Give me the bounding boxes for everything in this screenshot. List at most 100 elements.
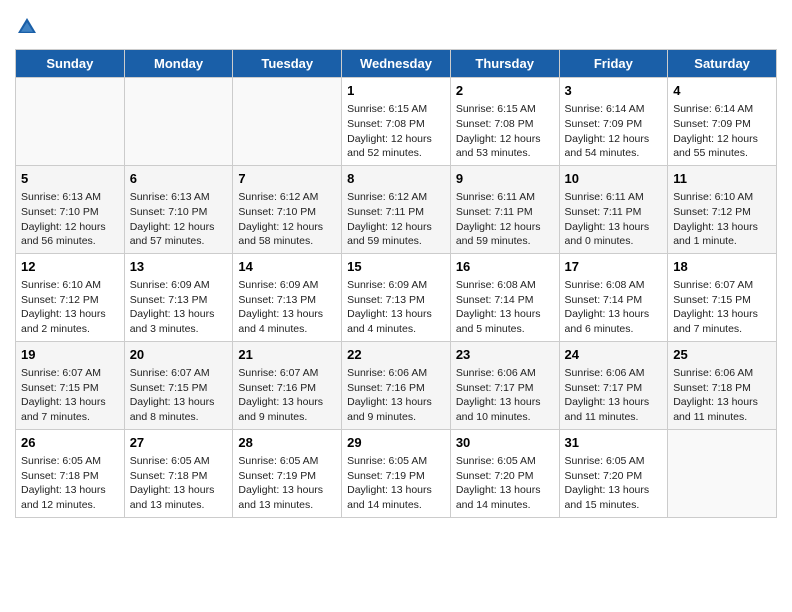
- day-info: Sunrise: 6:10 AM Sunset: 7:12 PM Dayligh…: [673, 190, 771, 249]
- day-number: 8: [347, 170, 445, 188]
- day-number: 3: [565, 82, 663, 100]
- day-info: Sunrise: 6:06 AM Sunset: 7:18 PM Dayligh…: [673, 366, 771, 425]
- day-number: 12: [21, 258, 119, 276]
- day-info: Sunrise: 6:05 AM Sunset: 7:20 PM Dayligh…: [456, 454, 554, 513]
- day-info: Sunrise: 6:05 AM Sunset: 7:19 PM Dayligh…: [347, 454, 445, 513]
- calendar-cell: 22 Sunrise: 6:06 AM Sunset: 7:16 PM Dayli…: [342, 341, 451, 429]
- day-number: 31: [565, 434, 663, 452]
- day-number: 20: [130, 346, 228, 364]
- day-number: 24: [565, 346, 663, 364]
- calendar-cell: 5Sunrise: 6:13 AM Sunset: 7:10 PM Daylig…: [16, 165, 125, 253]
- weekday-header-sunday: Sunday: [16, 50, 125, 78]
- day-number: 6: [130, 170, 228, 188]
- calendar-week-row: 12 Sunrise: 6:10 AM Sunset: 7:12 PM Dayli…: [16, 253, 777, 341]
- day-info: Sunrise: 6:11 AM Sunset: 7:11 PM Dayligh…: [565, 190, 663, 249]
- day-info: Sunrise: 6:14 AM Sunset: 7:09 PM Dayligh…: [673, 102, 771, 161]
- day-number: 22: [347, 346, 445, 364]
- day-number: 14: [238, 258, 336, 276]
- day-info: Sunrise: 6:09 AM Sunset: 7:13 PM Dayligh…: [238, 278, 336, 337]
- day-info: Sunrise: 6:07 AM Sunset: 7:16 PM Dayligh…: [238, 366, 336, 425]
- calendar-cell: 19 Sunrise: 6:07 AM Sunset: 7:15 PM Dayli…: [16, 341, 125, 429]
- day-number: 28: [238, 434, 336, 452]
- day-number: 4: [673, 82, 771, 100]
- calendar-cell: 27 Sunrise: 6:05 AM Sunset: 7:18 PM Dayli…: [124, 429, 233, 517]
- day-number: 30: [456, 434, 554, 452]
- day-info: Sunrise: 6:08 AM Sunset: 7:14 PM Dayligh…: [565, 278, 663, 337]
- day-info: Sunrise: 6:15 AM Sunset: 7:08 PM Dayligh…: [347, 102, 445, 161]
- day-info: Sunrise: 6:12 AM Sunset: 7:10 PM Dayligh…: [238, 190, 336, 249]
- weekday-header-friday: Friday: [559, 50, 668, 78]
- weekday-header-wednesday: Wednesday: [342, 50, 451, 78]
- calendar-cell: 11Sunrise: 6:10 AM Sunset: 7:12 PM Dayli…: [668, 165, 777, 253]
- day-info: Sunrise: 6:05 AM Sunset: 7:19 PM Dayligh…: [238, 454, 336, 513]
- day-number: 25: [673, 346, 771, 364]
- day-number: 1: [347, 82, 445, 100]
- calendar-cell: 17 Sunrise: 6:08 AM Sunset: 7:14 PM Dayli…: [559, 253, 668, 341]
- day-number: 17: [565, 258, 663, 276]
- day-info: Sunrise: 6:13 AM Sunset: 7:10 PM Dayligh…: [130, 190, 228, 249]
- calendar-cell: 4 Sunrise: 6:14 AM Sunset: 7:09 PM Daylig…: [668, 78, 777, 166]
- calendar-cell: 24 Sunrise: 6:06 AM Sunset: 7:17 PM Dayli…: [559, 341, 668, 429]
- day-info: Sunrise: 6:14 AM Sunset: 7:09 PM Dayligh…: [565, 102, 663, 161]
- calendar-cell: 3 Sunrise: 6:14 AM Sunset: 7:09 PM Daylig…: [559, 78, 668, 166]
- day-info: Sunrise: 6:09 AM Sunset: 7:13 PM Dayligh…: [347, 278, 445, 337]
- day-number: 13: [130, 258, 228, 276]
- calendar-cell: 25 Sunrise: 6:06 AM Sunset: 7:18 PM Dayli…: [668, 341, 777, 429]
- page-header: [15, 15, 777, 39]
- weekday-header-tuesday: Tuesday: [233, 50, 342, 78]
- day-number: 9: [456, 170, 554, 188]
- day-info: Sunrise: 6:06 AM Sunset: 7:16 PM Dayligh…: [347, 366, 445, 425]
- day-number: 18: [673, 258, 771, 276]
- calendar-week-row: 1 Sunrise: 6:15 AM Sunset: 7:08 PM Daylig…: [16, 78, 777, 166]
- day-info: Sunrise: 6:12 AM Sunset: 7:11 PM Dayligh…: [347, 190, 445, 249]
- calendar-cell: 29 Sunrise: 6:05 AM Sunset: 7:19 PM Dayli…: [342, 429, 451, 517]
- day-info: Sunrise: 6:07 AM Sunset: 7:15 PM Dayligh…: [21, 366, 119, 425]
- day-number: 2: [456, 82, 554, 100]
- calendar-cell: 9 Sunrise: 6:11 AM Sunset: 7:11 PM Daylig…: [450, 165, 559, 253]
- day-number: 16: [456, 258, 554, 276]
- calendar-cell: 21 Sunrise: 6:07 AM Sunset: 7:16 PM Dayli…: [233, 341, 342, 429]
- logo: [15, 15, 43, 39]
- calendar-cell: 23Sunrise: 6:06 AM Sunset: 7:17 PM Dayli…: [450, 341, 559, 429]
- calendar-cell: 30 Sunrise: 6:05 AM Sunset: 7:20 PM Dayli…: [450, 429, 559, 517]
- calendar-cell: 10 Sunrise: 6:11 AM Sunset: 7:11 PM Dayli…: [559, 165, 668, 253]
- day-number: 7: [238, 170, 336, 188]
- calendar-cell: [233, 78, 342, 166]
- day-number: 10: [565, 170, 663, 188]
- calendar-week-row: 5 Sunrise: 6:13 AM Sunset: 7:10 PM Daylig…: [16, 165, 777, 253]
- day-info: Sunrise: 6:07 AM Sunset: 7:15 PM Dayligh…: [130, 366, 228, 425]
- day-info: Sunrise: 6:05 AM Sunset: 7:18 PM Dayligh…: [21, 454, 119, 513]
- calendar-cell: 12 Sunrise: 6:10 AM Sunset: 7:12 PM Dayli…: [16, 253, 125, 341]
- calendar-cell: 14 Sunrise: 6:09 AM Sunset: 7:13 PM Dayli…: [233, 253, 342, 341]
- day-info: Sunrise: 6:09 AM Sunset: 7:13 PM Dayligh…: [130, 278, 228, 337]
- weekday-header-thursday: Thursday: [450, 50, 559, 78]
- day-info: Sunrise: 6:06 AM Sunset: 7:17 PM Dayligh…: [565, 366, 663, 425]
- calendar-cell: [124, 78, 233, 166]
- day-number: 5: [21, 170, 119, 188]
- calendar-cell: 28 Sunrise: 6:05 AM Sunset: 7:19 PM Dayli…: [233, 429, 342, 517]
- calendar-cell: 15 Sunrise: 6:09 AM Sunset: 7:13 PM Dayli…: [342, 253, 451, 341]
- calendar-week-row: 19 Sunrise: 6:07 AM Sunset: 7:15 PM Dayli…: [16, 341, 777, 429]
- calendar-cell: 26Sunrise: 6:05 AM Sunset: 7:18 PM Dayli…: [16, 429, 125, 517]
- day-number: 29: [347, 434, 445, 452]
- day-number: 15: [347, 258, 445, 276]
- calendar-week-row: 26Sunrise: 6:05 AM Sunset: 7:18 PM Dayli…: [16, 429, 777, 517]
- day-info: Sunrise: 6:05 AM Sunset: 7:18 PM Dayligh…: [130, 454, 228, 513]
- calendar-cell: [668, 429, 777, 517]
- calendar-cell: 1 Sunrise: 6:15 AM Sunset: 7:08 PM Daylig…: [342, 78, 451, 166]
- day-number: 19: [21, 346, 119, 364]
- day-info: Sunrise: 6:11 AM Sunset: 7:11 PM Dayligh…: [456, 190, 554, 249]
- calendar-cell: 18 Sunrise: 6:07 AM Sunset: 7:15 PM Dayli…: [668, 253, 777, 341]
- day-info: Sunrise: 6:05 AM Sunset: 7:20 PM Dayligh…: [565, 454, 663, 513]
- day-number: 27: [130, 434, 228, 452]
- day-info: Sunrise: 6:08 AM Sunset: 7:14 PM Dayligh…: [456, 278, 554, 337]
- weekday-header-saturday: Saturday: [668, 50, 777, 78]
- calendar-cell: 6 Sunrise: 6:13 AM Sunset: 7:10 PM Daylig…: [124, 165, 233, 253]
- day-info: Sunrise: 6:07 AM Sunset: 7:15 PM Dayligh…: [673, 278, 771, 337]
- day-number: 21: [238, 346, 336, 364]
- calendar-cell: 31 Sunrise: 6:05 AM Sunset: 7:20 PM Dayli…: [559, 429, 668, 517]
- weekday-header-row: SundayMondayTuesdayWednesdayThursdayFrid…: [16, 50, 777, 78]
- day-info: Sunrise: 6:06 AM Sunset: 7:17 PM Dayligh…: [456, 366, 554, 425]
- day-info: Sunrise: 6:10 AM Sunset: 7:12 PM Dayligh…: [21, 278, 119, 337]
- logo-icon: [15, 15, 39, 39]
